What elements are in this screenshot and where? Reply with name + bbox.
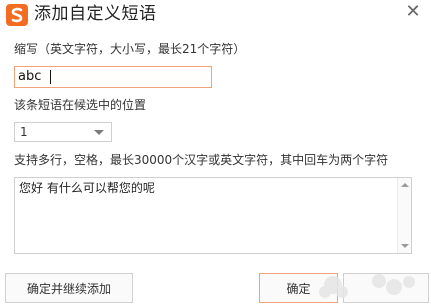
scroll-down-icon[interactable]: [401, 244, 409, 248]
close-icon[interactable]: ✕: [403, 2, 423, 22]
position-selected-value: 1: [20, 125, 28, 139]
confirm-button[interactable]: 确定: [259, 273, 338, 303]
cancel-button[interactable]: [343, 273, 429, 303]
abbreviation-input[interactable]: abc: [14, 66, 212, 88]
phrase-textarea[interactable]: 您好 有什么可以帮您的呢: [14, 177, 412, 254]
position-label: 该条短语在候选中的位置: [14, 98, 147, 112]
confirm-and-continue-button[interactable]: 确定并继续添加: [5, 273, 133, 303]
phrase-label: 支持多行，空格，最长30000个汉字或英文字符，其中回车为两个字符: [14, 153, 389, 167]
dialog-title: 添加自定义短语: [34, 4, 157, 24]
abbreviation-label: 缩写（英文字符，大小写，最长21个字符）: [14, 42, 246, 56]
scroll-up-icon[interactable]: [401, 183, 409, 187]
sogou-logo-icon: [6, 4, 28, 26]
chevron-down-icon[interactable]: [94, 130, 104, 135]
textarea-scrollbar[interactable]: [397, 178, 411, 253]
text-caret: [50, 70, 51, 84]
position-select[interactable]: 1: [14, 122, 112, 142]
abbreviation-value: abc: [18, 69, 42, 84]
phrase-text: 您好 有什么可以帮您的呢: [19, 181, 155, 195]
title-bar: 添加自定义短语 ✕: [0, 0, 431, 30]
